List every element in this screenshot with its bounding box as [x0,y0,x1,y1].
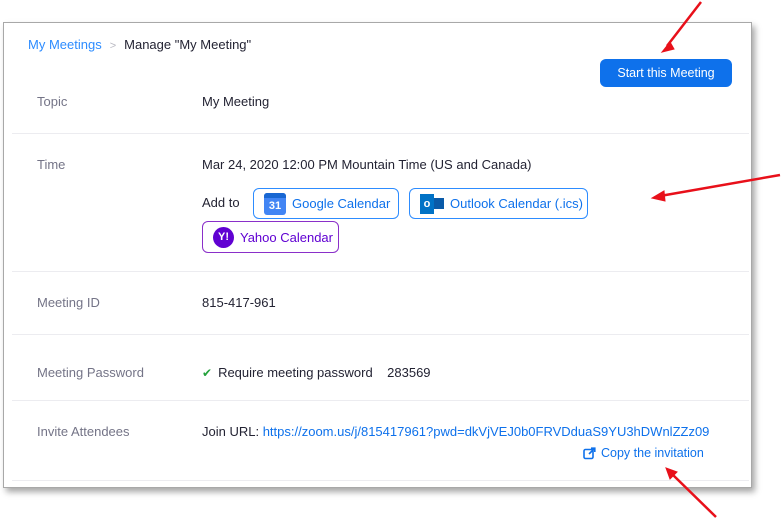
start-meeting-button[interactable]: Start this Meeting [600,59,732,87]
meeting-password-label: Meeting Password [37,365,144,380]
join-url-link[interactable]: https://zoom.us/j/815417961?pwd=dkVjVEJ0… [263,424,710,439]
join-url-label: Join URL: [202,424,260,439]
breadcrumb-current: Manage "My Meeting" [124,37,252,52]
yahoo-calendar-icon: Y! [213,226,234,248]
outlook-calendar-button[interactable]: o Outlook Calendar (.ics) [409,188,588,219]
meeting-password-row: ✔ Require meeting password 283569 [202,365,431,380]
time-label: Time [37,157,66,172]
share-icon [583,446,596,459]
time-value: Mar 24, 2020 12:00 PM Mountain Time (US … [202,157,532,172]
google-calendar-button[interactable]: 31 Google Calendar [253,188,399,219]
breadcrumb-separator: > [109,40,117,52]
yahoo-calendar-label: Yahoo Calendar [240,229,333,245]
invite-attendees-label: Invite Attendees [37,424,130,439]
breadcrumb-my-meetings-link[interactable]: My Meetings [28,37,102,52]
outlook-calendar-icon: o [420,193,444,214]
copy-invitation-label: Copy the invitation [601,446,704,460]
require-password-text: Require meeting password [218,365,373,380]
google-calendar-icon: 31 [264,192,286,215]
yahoo-calendar-button[interactable]: Y! Yahoo Calendar [202,221,339,253]
meeting-details-card: My Meetings > Manage "My Meeting" Start th… [3,22,752,488]
meeting-password-value: 283569 [387,365,431,380]
breadcrumb: My Meetings > Manage "My Meeting" [28,37,251,52]
divider [12,400,749,401]
topic-label: Topic [37,94,68,109]
copy-invitation-button[interactable]: Copy the invitation [583,446,704,460]
join-url-row: Join URL: https://zoom.us/j/815417961?pw… [202,424,709,439]
divider [12,133,749,134]
divider [12,480,749,481]
meeting-id-value: 815-417-961 [202,295,276,310]
divider [12,271,749,272]
google-calendar-label: Google Calendar [292,196,391,211]
outlook-calendar-label: Outlook Calendar (.ics) [450,196,583,211]
add-to-label: Add to [202,195,240,210]
topic-value: My Meeting [202,94,270,109]
meeting-id-label: Meeting ID [37,295,100,310]
checkmark-icon: ✔ [202,366,213,380]
divider [12,334,749,335]
